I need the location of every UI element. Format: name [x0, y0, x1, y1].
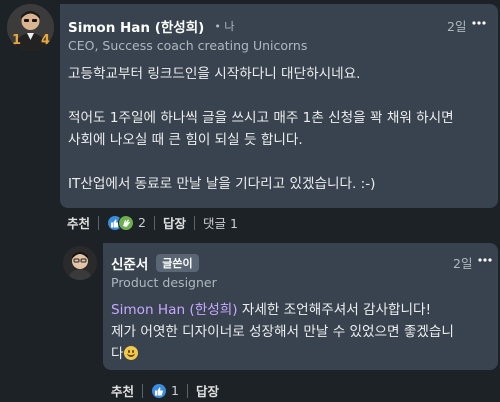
- mention-link[interactable]: Simon Han (한성희): [111, 302, 238, 318]
- reply-button[interactable]: 답장: [196, 381, 219, 400]
- author-headline: Product designer: [111, 275, 217, 290]
- divider: [193, 215, 195, 230]
- reply-text: 다: [111, 346, 124, 362]
- reply-line: 제가 어엿한 디자이너로 성장해서 만날 수 있었으면 좋겠습니: [111, 324, 454, 340]
- reply-line: Simon Han (한성희) 자세한 조언해주셔서 감사합니다!: [111, 299, 431, 321]
- reactions[interactable]: [107, 214, 135, 231]
- like-button[interactable]: 추천: [67, 213, 90, 232]
- avatar[interactable]: 1 4: [7, 4, 54, 51]
- more-options-icon[interactable]: [472, 16, 486, 30]
- divider: [186, 383, 188, 398]
- reply-button[interactable]: 답장: [163, 213, 186, 232]
- author-name[interactable]: 신준서: [111, 253, 148, 273]
- like-button[interactable]: 추천: [111, 381, 134, 400]
- smile-emoji-icon: [123, 346, 138, 360]
- comment-paragraph: 고등학교부터 링크드인을 시작하다니 대단하시네요.: [68, 66, 361, 82]
- author-name[interactable]: Simon Han (한성희): [68, 16, 204, 36]
- comment-paragraph: IT산업에서 동료로 만날 날을 기다리고 있겠습니다. :-): [68, 176, 376, 192]
- reply-actions: 추천 1 답장: [111, 381, 219, 400]
- reply-text: 자세한 조언해주셔서 감사합니다!: [237, 302, 432, 318]
- connection-degree: • 나: [214, 20, 235, 33]
- reaction-count: 1: [171, 383, 179, 398]
- thumbs-up-icon: [151, 382, 168, 399]
- divider: [142, 383, 144, 398]
- reply-line: 다: [111, 343, 138, 365]
- reply-bubble: 신준서 글쓴이 Product designer 2일 Simon Han (한…: [103, 243, 498, 370]
- divider: [153, 215, 155, 230]
- clap-icon: [118, 214, 135, 231]
- comment-paragraph: 사회에 나오실 때 큰 힘이 되실 듯 합니다.: [68, 132, 303, 148]
- comment-time: 2일: [453, 256, 473, 271]
- comments-thread: 1 4 Simon Han (한성희) • 나 CEO, Success coa…: [0, 0, 500, 402]
- author-badge: 글쓴이: [156, 254, 199, 272]
- divider: [98, 215, 100, 230]
- author-headline: CEO, Success coach creating Unicorns: [68, 38, 308, 53]
- comment-actions: 추천 2 답장 댓글 1: [67, 213, 238, 232]
- svg-text:1: 1: [12, 33, 21, 48]
- reaction-count: 2: [138, 215, 146, 230]
- comment-bubble: Simon Han (한성희) • 나 CEO, Success coach c…: [60, 4, 498, 208]
- reactions[interactable]: [151, 382, 168, 399]
- svg-text:4: 4: [41, 33, 50, 48]
- comment-paragraph: 적어도 1주일에 하나씩 글을 쓰시고 매주 1촌 신청을 꽉 채워 하시면: [68, 110, 454, 126]
- comment-time: 2일: [447, 19, 467, 34]
- replies-count-link[interactable]: 댓글 1: [203, 213, 238, 232]
- avatar[interactable]: [63, 246, 97, 280]
- more-options-icon[interactable]: [478, 253, 492, 267]
